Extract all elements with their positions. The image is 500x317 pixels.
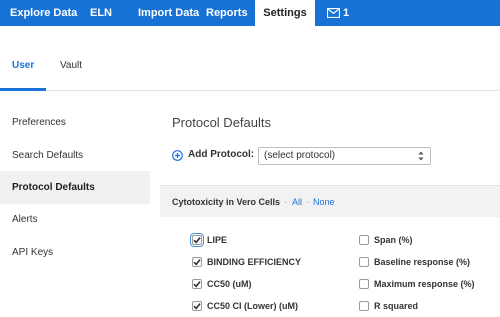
sidebar-item-preferences[interactable]: Preferences — [0, 106, 150, 139]
option-r-squared[interactable]: R squared — [359, 300, 499, 314]
protocol-panel-title: Cytotoxicity in Vero Cells — [172, 197, 281, 207]
add-protocol-row: Add Protocol: (select protocol) — [172, 147, 492, 165]
option-label: LIPE — [207, 235, 228, 245]
page-title: Protocol Defaults — [172, 115, 271, 130]
option-cc50-ci-lower[interactable]: CC50 CI (Lower) (uM) — [192, 300, 342, 314]
top-navigation-bar: Explore Data ELN Import Data Reports Set… — [0, 0, 500, 26]
settings-subnav: User Vault — [0, 26, 500, 91]
sidebar-item-protocol-defaults[interactable]: Protocol Defaults — [0, 171, 150, 204]
nav-tab-explore-data[interactable]: Explore Data — [4, 0, 84, 26]
active-subtab-indicator — [0, 88, 46, 91]
protocol-panel-header: Cytotoxicity in Vero Cells · All · None — [160, 185, 500, 217]
check-icon — [193, 237, 201, 244]
nav-tab-reports[interactable]: Reports — [200, 0, 256, 26]
subtab-vault[interactable]: Vault — [60, 60, 82, 71]
option-span[interactable]: Span (%) — [359, 234, 499, 248]
nav-tab-eln[interactable]: ELN — [84, 0, 132, 26]
nav-tab-settings[interactable]: Settings — [255, 0, 315, 26]
checkbox-checked[interactable] — [192, 301, 202, 311]
message-count-badge: 1 — [343, 7, 350, 19]
checkbox-unchecked[interactable] — [359, 279, 369, 289]
check-icon — [193, 259, 201, 266]
option-maximum-response[interactable]: Maximum response (%) — [359, 278, 499, 292]
option-label: Baseline response (%) — [374, 257, 471, 267]
option-baseline-response[interactable]: Baseline response (%) — [359, 256, 499, 270]
option-label: BINDING EFFICIENCY — [207, 257, 302, 267]
settings-sidebar: Preferences Search Defaults Protocol Def… — [0, 92, 150, 317]
add-protocol-label: Add Protocol: — [188, 149, 255, 160]
checkbox-unchecked[interactable] — [359, 257, 369, 267]
option-label: R squared — [374, 301, 419, 311]
option-binding-efficiency[interactable]: BINDING EFFICIENCY — [192, 256, 342, 270]
checkbox-checked[interactable] — [192, 257, 202, 267]
plus-circle-icon[interactable] — [172, 150, 183, 161]
sidebar-item-api-keys[interactable]: API Keys — [0, 236, 150, 269]
sidebar-item-alerts[interactable]: Alerts — [0, 203, 150, 236]
nav-messages-button[interactable]: 1 — [320, 0, 360, 26]
main-content: Protocol Defaults Add Protocol: (select … — [150, 92, 500, 317]
check-icon — [193, 303, 201, 310]
checkbox-unchecked[interactable] — [359, 235, 369, 245]
subtab-user[interactable]: User — [12, 60, 34, 71]
sidebar-item-search-defaults[interactable]: Search Defaults — [0, 139, 150, 172]
protocol-select[interactable]: (select protocol) — [258, 147, 431, 165]
option-label: CC50 CI (Lower) (uM) — [207, 301, 298, 311]
option-label: Span (%) — [374, 235, 413, 245]
option-lipe[interactable]: LIPE — [190, 233, 342, 248]
check-icon — [193, 281, 201, 288]
protocol-select-value: (select protocol) — [264, 150, 336, 161]
separator-dot: · — [284, 197, 287, 207]
checkbox-checked[interactable] — [192, 279, 202, 289]
option-label: Maximum response (%) — [374, 279, 475, 289]
checkbox-checked[interactable] — [190, 233, 204, 247]
envelope-icon — [327, 8, 340, 18]
protocol-panel: Cytotoxicity in Vero Cells · All · None … — [160, 185, 500, 317]
separator-dot: · — [306, 197, 309, 207]
option-cc50[interactable]: CC50 (uM) — [192, 278, 342, 292]
option-label: CC50 (uM) — [207, 279, 252, 289]
select-all-link[interactable]: All — [292, 197, 302, 207]
select-updown-icon — [418, 151, 424, 161]
checkbox-unchecked[interactable] — [359, 301, 369, 311]
select-none-link[interactable]: None — [313, 197, 335, 207]
